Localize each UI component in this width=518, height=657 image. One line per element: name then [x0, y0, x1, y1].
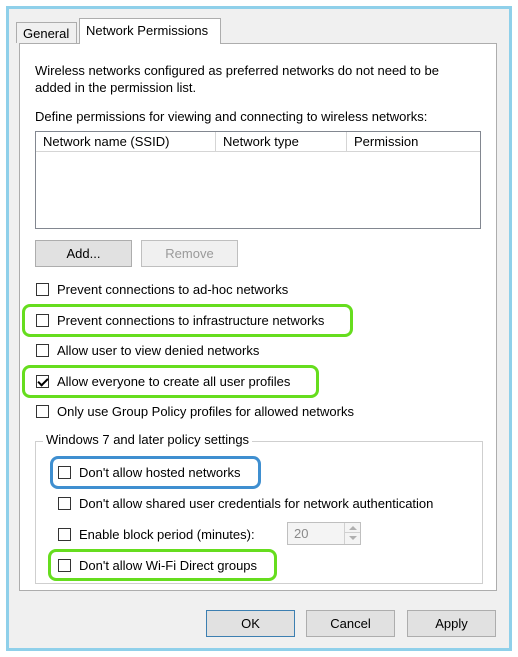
ok-button[interactable]: OK	[206, 610, 295, 637]
option-label: Allow user to view denied networks	[57, 342, 260, 358]
column-header-ssid[interactable]: Network name (SSID)	[36, 132, 216, 152]
option-label: Only use Group Policy profiles for allow…	[57, 403, 354, 419]
highlight-green-everyone-profiles	[22, 365, 319, 398]
column-header-network-type[interactable]: Network type	[216, 132, 347, 152]
option-prevent-adhoc[interactable]: Prevent connections to ad-hoc networks	[36, 280, 288, 298]
tab-network-permissions[interactable]: Network Permissions	[79, 18, 221, 44]
checkbox[interactable]	[36, 282, 49, 296]
highlight-green-infrastructure	[22, 304, 353, 337]
option-label: Prevent connections to ad-hoc networks	[57, 281, 289, 297]
spinner-up-icon[interactable]	[345, 523, 360, 533]
column-header-permission[interactable]: Permission	[347, 132, 478, 152]
highlight-blue-hosted-networks	[50, 456, 261, 489]
cancel-button[interactable]: Cancel	[306, 610, 395, 637]
option-only-gp-profiles[interactable]: Only use Group Policy profiles for allow…	[36, 402, 354, 420]
apply-button[interactable]: Apply	[407, 610, 496, 637]
group-title: Windows 7 and later policy settings	[43, 432, 253, 447]
description-line-1: Wireless networks configured as preferre…	[35, 63, 439, 78]
highlight-green-wifi-direct	[48, 549, 277, 581]
block-period-spinner[interactable]: 20	[287, 522, 361, 545]
option-label: Enable block period (minutes):	[79, 526, 255, 542]
add-button[interactable]: Add...	[35, 240, 132, 267]
spinner-down-icon[interactable]	[345, 533, 360, 543]
list-header: Network name (SSID) Network type Permiss…	[36, 132, 480, 152]
tab-general[interactable]: General	[16, 22, 77, 43]
checkbox[interactable]	[36, 343, 49, 357]
define-permissions-label: Define permissions for viewing and conne…	[35, 109, 428, 124]
checkbox[interactable]	[58, 496, 71, 510]
option-enable-block-period[interactable]: Enable block period (minutes):	[58, 525, 255, 543]
remove-button[interactable]: Remove	[141, 240, 238, 267]
option-disallow-shared-credentials[interactable]: Don't allow shared user credentials for …	[58, 494, 433, 512]
block-period-value: 20	[294, 526, 309, 541]
option-label: Don't allow shared user credentials for …	[79, 495, 434, 511]
description-line-2: added in the permission list.	[35, 80, 197, 95]
checkbox[interactable]	[36, 404, 49, 418]
permissions-list[interactable]: Network name (SSID) Network type Permiss…	[35, 131, 481, 229]
spinner-buttons	[344, 523, 360, 544]
description-text: Wireless networks configured as preferre…	[35, 62, 439, 96]
checkbox[interactable]	[58, 527, 71, 541]
option-allow-view-denied[interactable]: Allow user to view denied networks	[36, 341, 259, 359]
